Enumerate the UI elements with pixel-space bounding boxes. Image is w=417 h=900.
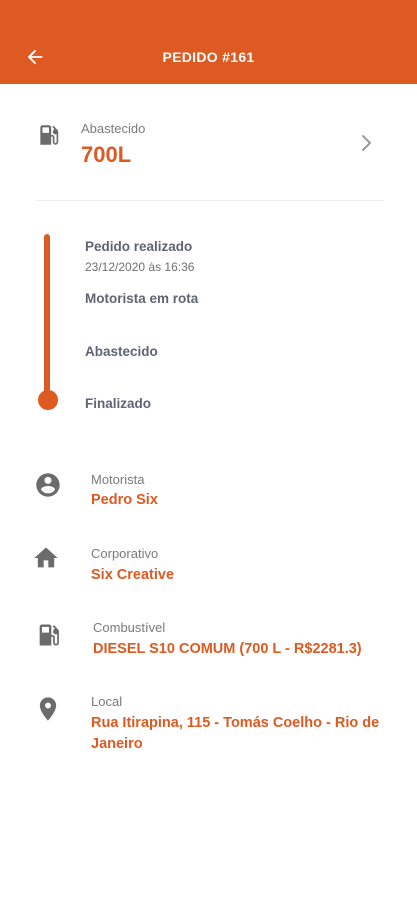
summary-value: 700L <box>81 142 132 167</box>
fuel-pump-icon <box>40 125 59 145</box>
home-icon <box>34 547 58 568</box>
timeline-step-label: Motorista em rota <box>85 291 199 306</box>
fuel-value: DIESEL S10 COMUM (700 L - R$2281.3) <box>93 641 362 657</box>
account-circle-icon <box>36 473 60 497</box>
timeline-step-timestamp: 23/12/2020 às 16:36 <box>85 260 195 274</box>
page-title: PEDIDO #161 <box>162 49 255 65</box>
divider <box>36 200 384 201</box>
corporate-label: Corporativo <box>91 546 159 561</box>
driver-value: Pedro Six <box>91 492 158 508</box>
timeline-current-dot <box>38 390 58 410</box>
driver-label: Motorista <box>91 472 145 487</box>
app-bar: PEDIDO #161 <box>0 0 417 84</box>
fuel-pump-icon <box>39 624 59 646</box>
corporate-value: Six Creative <box>91 567 175 583</box>
timeline-step-label: Finalizado <box>85 396 152 411</box>
fuel-summary-row[interactable]: Abastecido 700L <box>0 100 417 200</box>
fuel-label: Combustível <box>93 620 166 635</box>
timeline-step-label: Abastecido <box>85 344 158 359</box>
summary-label: Abastecido <box>81 121 146 136</box>
map-pin-icon <box>39 697 57 721</box>
timeline-progress-line <box>44 234 50 402</box>
chevron-right-icon <box>362 135 371 151</box>
location-value: Rua Itirapina, 115 - Tomás Coelho - Rio … <box>91 715 380 752</box>
location-label: Local <box>91 694 123 709</box>
timeline-step-label: Pedido realizado <box>85 239 193 254</box>
